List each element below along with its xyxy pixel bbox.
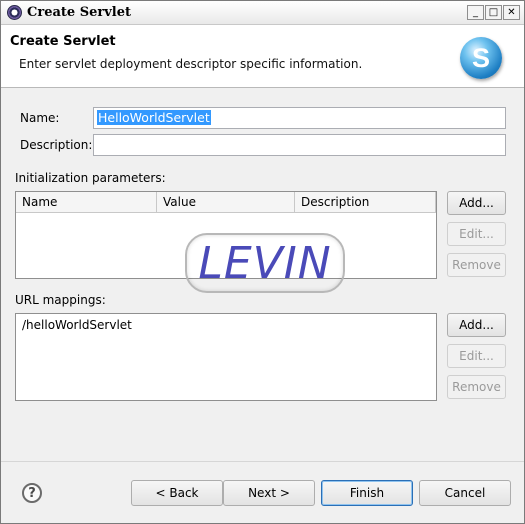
init-edit-button[interactable]: Edit... <box>447 222 506 246</box>
url-mappings-list[interactable]: /helloWorldServlet <box>15 313 437 401</box>
finish-button[interactable]: Finish <box>321 480 413 506</box>
url-remove-button[interactable]: Remove <box>447 375 506 399</box>
name-input[interactable]: HelloWorldServlet <box>93 107 506 129</box>
url-mappings-label: URL mappings: <box>15 293 106 307</box>
create-servlet-dialog: Create Servlet _ □ ✕ Create Servlet Ente… <box>0 0 525 524</box>
servlet-logo-icon: S <box>460 37 502 79</box>
url-add-button[interactable]: Add... <box>447 313 506 337</box>
back-button[interactable]: < Back <box>131 480 223 506</box>
footer-separator <box>1 461 524 462</box>
title-bar[interactable]: Create Servlet _ □ ✕ <box>1 1 524 25</box>
name-label: Name: <box>20 111 60 125</box>
help-icon[interactable]: ? <box>22 483 42 503</box>
init-params-label: Initialization parameters: <box>15 171 166 185</box>
page-description: Enter servlet deployment descriptor spec… <box>19 57 363 71</box>
close-button[interactable]: ✕ <box>503 5 520 20</box>
init-add-button[interactable]: Add... <box>447 191 506 215</box>
column-header-name[interactable]: Name <box>16 192 157 212</box>
init-remove-button[interactable]: Remove <box>447 253 506 277</box>
wizard-header: Create Servlet Enter servlet deployment … <box>1 25 524 88</box>
table-header: Name Value Description <box>16 192 436 213</box>
maximize-button[interactable]: □ <box>485 5 502 20</box>
minimize-button[interactable]: _ <box>467 5 484 20</box>
url-edit-button[interactable]: Edit... <box>447 344 506 368</box>
page-title: Create Servlet <box>10 34 116 49</box>
window-title: Create Servlet <box>27 5 131 20</box>
cancel-button[interactable]: Cancel <box>419 480 511 506</box>
description-label: Description: <box>20 138 93 152</box>
eclipse-icon <box>7 5 22 20</box>
column-header-value[interactable]: Value <box>157 192 295 212</box>
description-input[interactable] <box>93 134 506 156</box>
levin-watermark: LEVIN <box>185 233 345 293</box>
next-button[interactable]: Next > <box>223 480 315 506</box>
list-item[interactable]: /helloWorldServlet <box>22 318 132 332</box>
name-input-value: HelloWorldServlet <box>97 110 211 125</box>
column-header-description[interactable]: Description <box>295 192 436 212</box>
